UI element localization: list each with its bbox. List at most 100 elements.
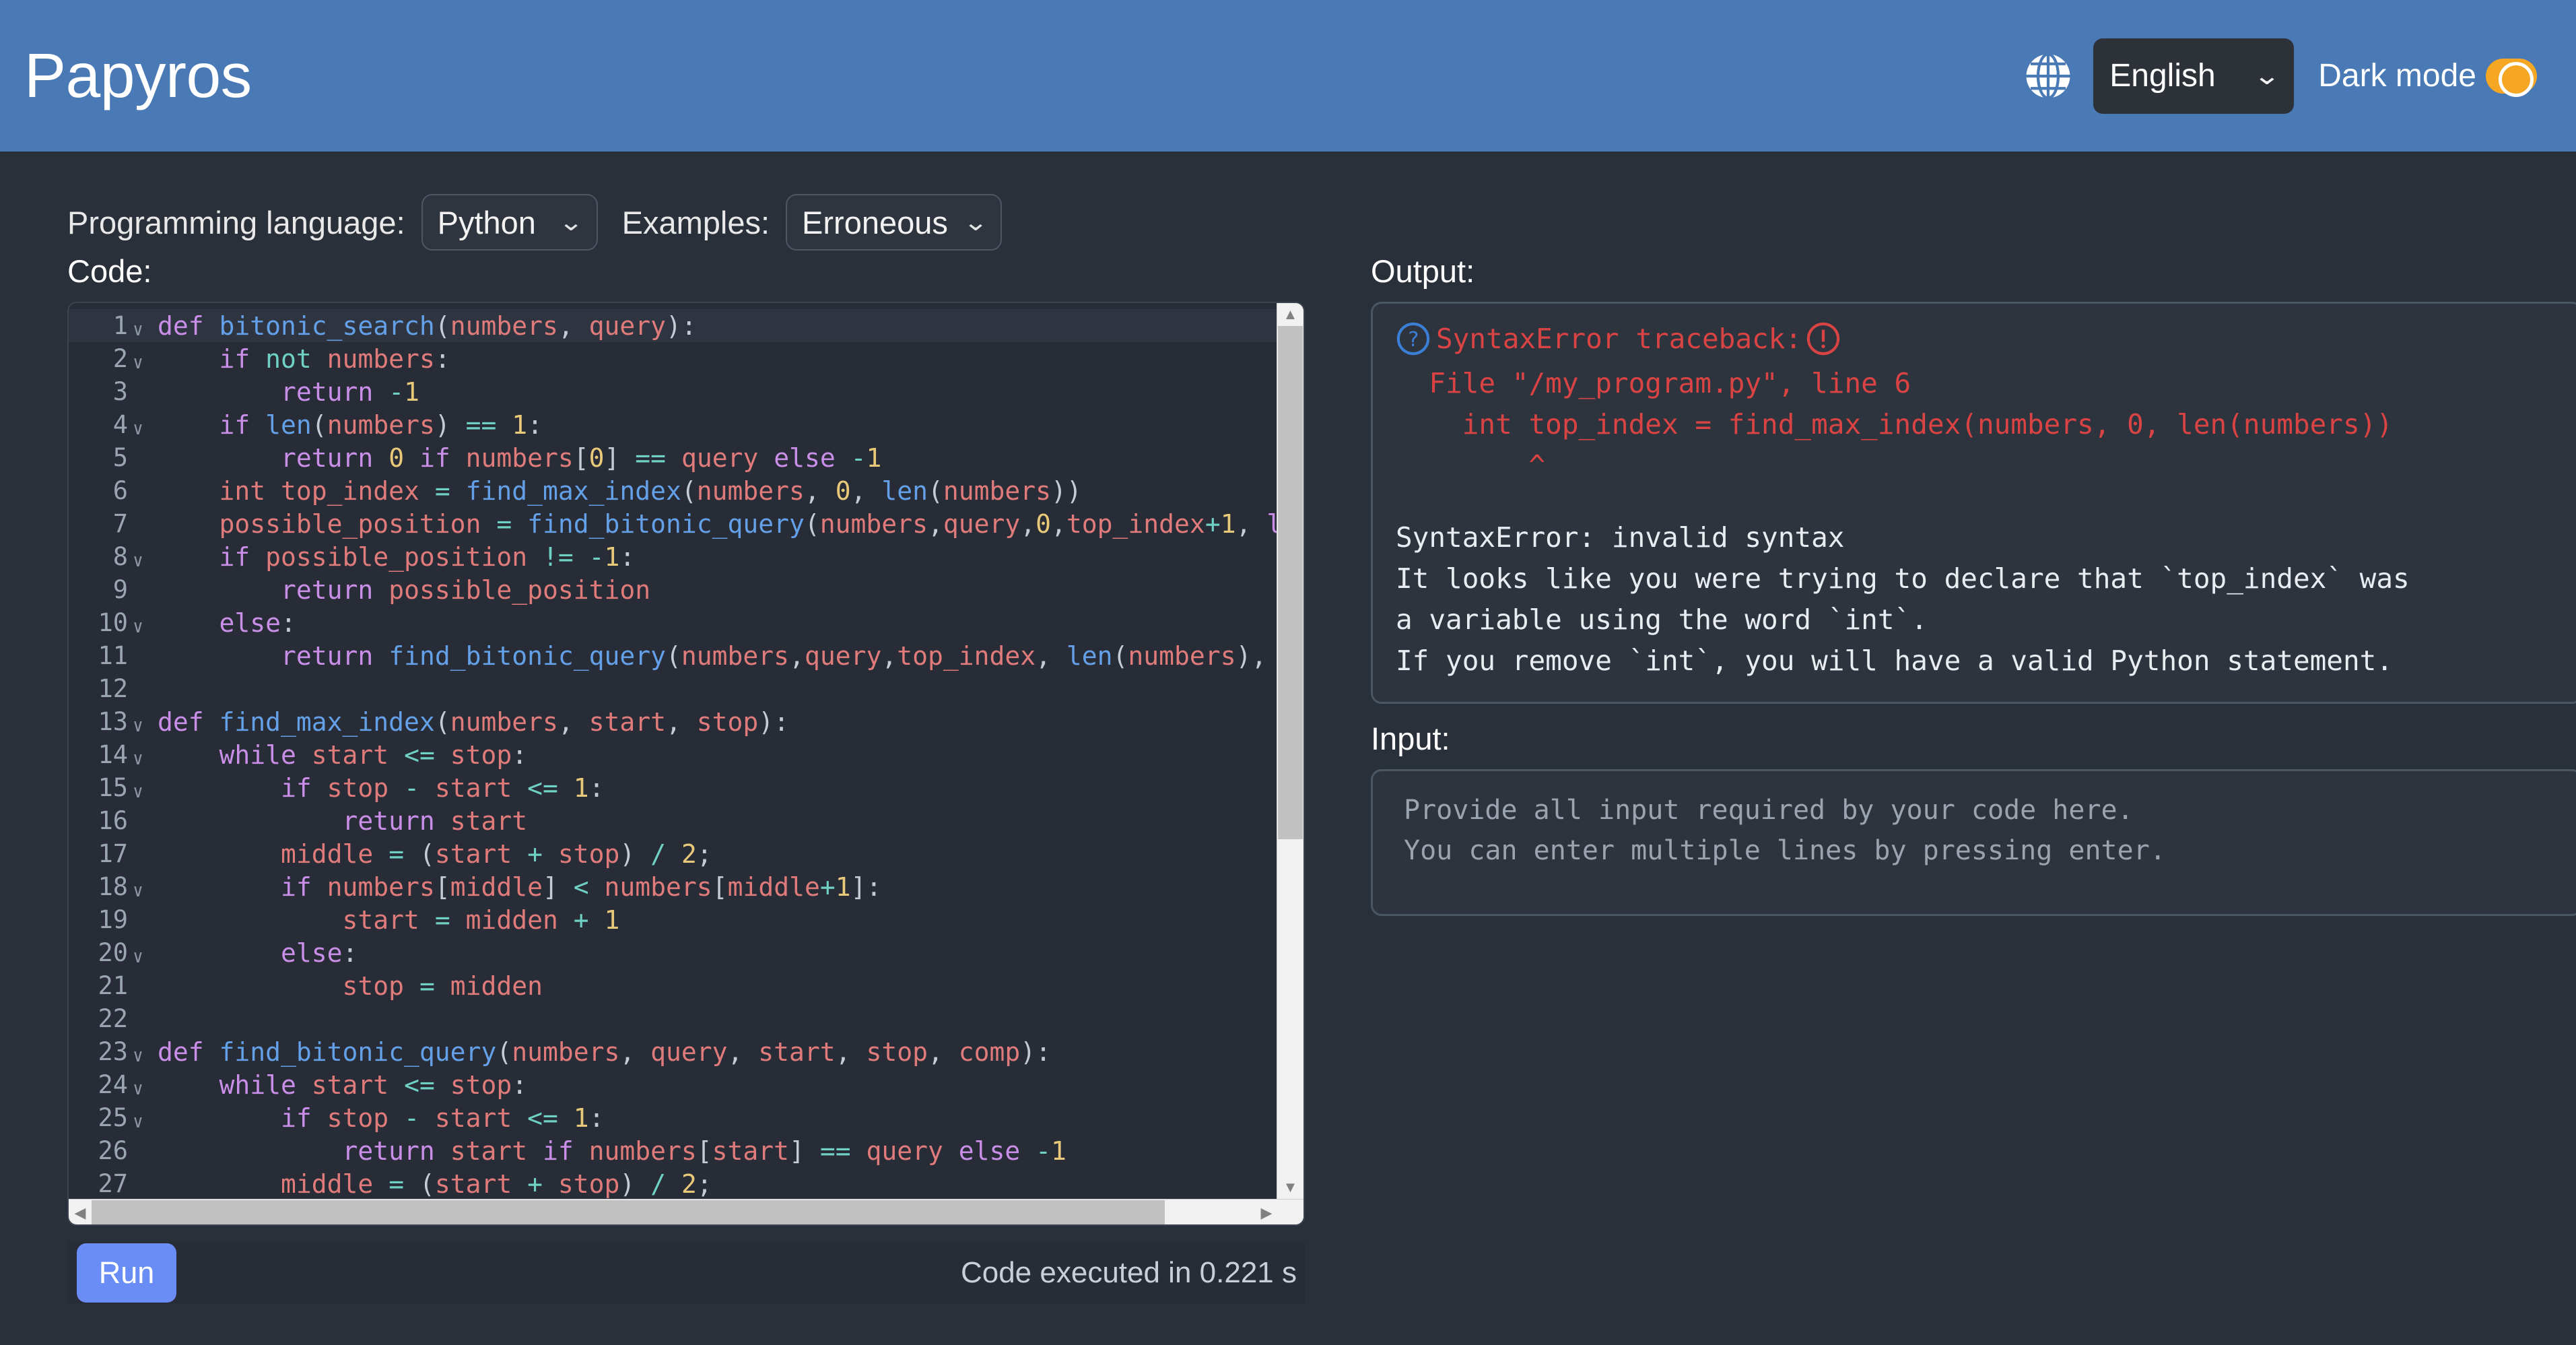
code-line[interactable]: if stop - start <= 1: xyxy=(151,771,1303,804)
code-line[interactable]: def bitonic_search(numbers, query): xyxy=(151,309,1303,342)
scroll-up-arrow-icon[interactable]: ▲ xyxy=(1277,303,1303,326)
code-line[interactable] xyxy=(151,1002,1303,1035)
code-line[interactable]: def find_bitonic_query(numbers, query, s… xyxy=(151,1035,1303,1068)
scroll-down-arrow-icon[interactable]: ▼ xyxy=(1277,1176,1303,1199)
code-token: 1 xyxy=(1051,1136,1066,1166)
code-line[interactable]: start = midden + 1 xyxy=(151,903,1303,936)
code-line[interactable]: return start xyxy=(151,804,1303,837)
code-token: = xyxy=(388,1169,419,1199)
code-text-area[interactable]: def bitonic_search(numbers, query): if n… xyxy=(151,303,1303,1199)
code-line[interactable]: while start <= stop: xyxy=(151,738,1303,771)
code-token: top_index xyxy=(1066,509,1205,539)
line-number: 27 xyxy=(98,1169,128,1198)
code-line[interactable]: else: xyxy=(151,936,1303,969)
fold-chevron-icon[interactable]: ∨ xyxy=(129,749,147,769)
exclamation-circle-icon[interactable] xyxy=(1806,321,1841,356)
code-token: comp xyxy=(958,1037,1021,1067)
code-token: query xyxy=(943,509,1021,539)
fold-chevron-icon[interactable]: ∨ xyxy=(129,881,147,901)
code-horizontal-scrollbar[interactable]: ◀ ▶ xyxy=(69,1199,1303,1224)
code-token: 1 xyxy=(835,872,851,902)
code-line[interactable]: if len(numbers) == 1: xyxy=(151,408,1303,441)
code-token: + xyxy=(819,872,836,902)
code-token: start xyxy=(311,1070,405,1100)
line-number: 22 xyxy=(98,1004,128,1033)
fold-chevron-icon[interactable]: ∨ xyxy=(129,617,147,637)
code-token: middle xyxy=(281,839,389,869)
code-line[interactable]: if stop - start <= 1: xyxy=(151,1101,1303,1134)
code-token: 1 xyxy=(866,442,882,473)
scroll-right-arrow-icon[interactable]: ▶ xyxy=(1255,1200,1278,1224)
code-token: numbers xyxy=(588,1136,697,1166)
code-token: stop xyxy=(696,707,759,737)
code-token: find_max_index xyxy=(465,475,681,506)
code-line[interactable]: return -1 xyxy=(151,375,1303,408)
code-token: else xyxy=(958,1136,1036,1166)
code-token: , xyxy=(927,1037,959,1067)
input-field[interactable]: Provide all input required by your code … xyxy=(1371,769,2576,916)
fold-chevron-icon[interactable]: ∨ xyxy=(129,419,147,439)
code-token: [ xyxy=(696,1136,712,1166)
fold-chevron-icon[interactable]: ∨ xyxy=(129,716,147,736)
code-line[interactable]: while start <= stop: xyxy=(151,1068,1303,1101)
code-token: numbers xyxy=(327,409,435,440)
fold-chevron-icon[interactable]: ∨ xyxy=(129,1046,147,1066)
code-line[interactable]: if possible_position != -1: xyxy=(151,540,1303,573)
code-line[interactable]: if numbers[middle] < numbers[middle +1]: xyxy=(151,870,1303,903)
fold-chevron-icon[interactable]: ∨ xyxy=(129,320,147,340)
code-token: def xyxy=(158,1037,219,1067)
code-token: ( xyxy=(434,310,450,341)
code-vertical-scrollbar[interactable]: ▲ ▼ xyxy=(1277,303,1303,1199)
code-token: : xyxy=(281,608,296,638)
code-line[interactable]: return possible_position xyxy=(151,573,1303,606)
code-token: ] xyxy=(789,1136,820,1166)
question-circle-icon[interactable]: ? xyxy=(1396,321,1431,356)
code-line[interactable]: return 0 if numbers[0] == query else -1 xyxy=(151,441,1303,474)
fold-chevron-icon[interactable]: ∨ xyxy=(129,1112,147,1132)
code-line[interactable]: middle = (start + stop) / 2; xyxy=(151,1167,1303,1199)
run-button[interactable]: Run xyxy=(77,1243,176,1303)
code-line[interactable]: if not numbers: xyxy=(151,342,1303,375)
examples-value: Erroneous xyxy=(802,204,948,240)
code-line[interactable]: middle = (start + stop) / 2; xyxy=(151,837,1303,870)
code-line[interactable]: def find_max_index(numbers, start, stop)… xyxy=(151,705,1303,738)
fold-chevron-icon[interactable]: ∨ xyxy=(129,947,147,967)
fold-chevron-icon[interactable]: ∨ xyxy=(129,551,147,571)
dark-mode-label: Dark mode xyxy=(2318,58,2476,94)
fold-chevron-icon[interactable]: ∨ xyxy=(129,1079,147,1099)
code-line[interactable]: int top_index = find_max_index(numbers, … xyxy=(151,474,1303,507)
horizontal-scrollbar-thumb[interactable] xyxy=(92,1200,1165,1224)
scroll-left-arrow-icon[interactable]: ◀ xyxy=(69,1200,92,1224)
code-line[interactable]: return start if numbers[start] == query … xyxy=(151,1134,1303,1167)
dark-mode-toggle[interactable] xyxy=(2486,58,2537,97)
code-token: ( xyxy=(419,839,435,869)
code-line[interactable]: stop = midden xyxy=(151,969,1303,1002)
traceback-title: SyntaxError traceback: xyxy=(1436,323,1802,355)
examples-select[interactable]: Erroneous ⌄ xyxy=(786,194,1003,251)
line-number: 24 xyxy=(98,1070,128,1099)
code-token: )) xyxy=(1051,475,1082,506)
code-area[interactable]: 1∨2∨3∨4∨5∨6∨7∨8∨9∨10∨11∨12∨13∨14∨15∨16∨1… xyxy=(69,303,1303,1199)
code-token: return xyxy=(281,376,389,407)
code-line[interactable]: return find_bitonic_query(numbers, query,… xyxy=(151,639,1303,672)
fold-chevron-icon[interactable]: ∨ xyxy=(129,782,147,802)
code-editor[interactable]: 1∨2∨3∨4∨5∨6∨7∨8∨9∨10∨11∨12∨13∨14∨15∨16∨1… xyxy=(67,302,1305,1226)
code-token: ( xyxy=(681,475,697,506)
code-token: len xyxy=(265,409,312,440)
code-token: , xyxy=(1235,509,1267,539)
language-select[interactable]: English ⌄ xyxy=(2093,38,2295,114)
programming-language-select[interactable]: Python ⌄ xyxy=(421,194,598,251)
code-token: start xyxy=(434,1169,528,1199)
code-line[interactable]: else: xyxy=(151,606,1303,639)
traceback-line: File "/my_program.py", line 6 xyxy=(1396,367,1911,399)
fold-chevron-icon[interactable]: ∨ xyxy=(129,353,147,373)
code-line[interactable] xyxy=(151,672,1303,705)
vertical-scrollbar-thumb[interactable] xyxy=(1278,326,1303,839)
code-line[interactable]: possible_position = find_bitonic_query(n… xyxy=(151,507,1303,540)
code-token: stop xyxy=(450,1070,512,1100)
